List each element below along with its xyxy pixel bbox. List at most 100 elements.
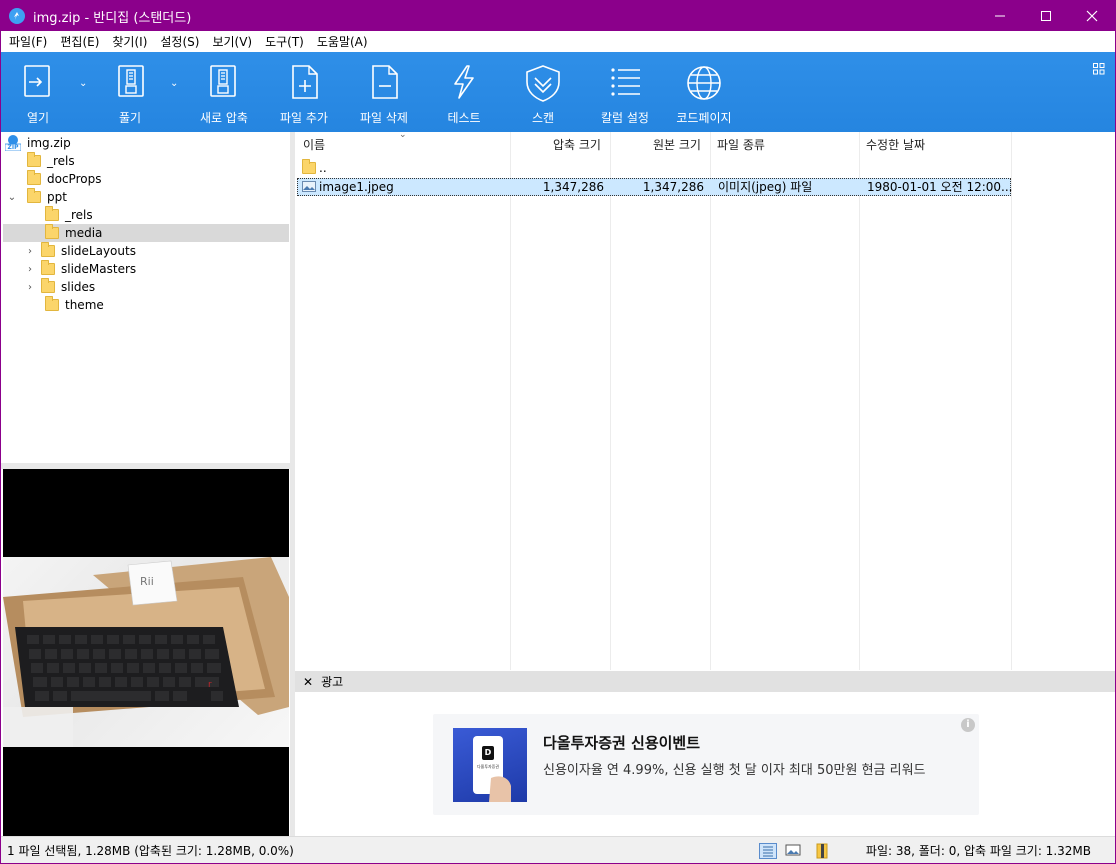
folder-icon [302, 159, 316, 174]
tree-item-label: docProps [47, 172, 102, 186]
chevron-right-icon[interactable]: › [23, 282, 37, 293]
layout-toggle-icon[interactable] [1093, 63, 1105, 78]
ad-app-brand: 다올투자증권 [476, 764, 500, 769]
sort-arrow-icon: ⌄ [399, 130, 407, 140]
tree-item-slidemasters[interactable]: › slideMasters [23, 260, 136, 278]
column-divider [510, 132, 511, 670]
test-button[interactable]: 테스트 [441, 52, 487, 132]
ad-image: D 다올투자증권 [453, 728, 527, 802]
file-compressed-size: 1,347,286 [542, 180, 604, 194]
column-settings-button[interactable]: 칼럼 설정 [596, 52, 654, 132]
ad-title: 다올투자증권 신용이벤트 [543, 734, 701, 752]
minimize-button[interactable] [977, 1, 1023, 31]
menu-help[interactable]: 도움말(A) [317, 33, 368, 50]
ad-label: 광고 [321, 675, 344, 689]
parent-folder-label: .. [319, 161, 327, 175]
folder-icon [41, 242, 55, 257]
column-header-modified[interactable]: 수정한 날짜 [866, 132, 925, 158]
extract-icon [118, 65, 144, 97]
tree-item-label: media [65, 226, 103, 240]
close-button[interactable] [1069, 1, 1115, 31]
ad-card[interactable]: D 다올투자증권 다올투자증권 신용이벤트 신용이자율 연 4.99%, 신용 … [433, 714, 979, 815]
delete-file-button[interactable]: 파일 삭제 [355, 52, 413, 132]
menu-tools[interactable]: 도구(T) [265, 33, 304, 50]
close-icon [1086, 10, 1098, 22]
ad-area: D 다올투자증권 다올투자증권 신용이벤트 신용이자율 연 4.99%, 신용 … [295, 692, 1115, 836]
scan-button[interactable]: 스캔 [520, 52, 566, 132]
menu-settings[interactable]: 설정(S) [160, 33, 199, 50]
menu-edit[interactable]: 편집(E) [60, 33, 99, 50]
list-columns-icon [611, 68, 640, 96]
tree-item-ppt[interactable]: ⌄ ppt [5, 188, 67, 206]
ad-text: 신용이자율 연 4.99%, 신용 실행 첫 달 이자 최대 50만원 현금 리… [543, 763, 926, 778]
folder-icon [27, 170, 41, 185]
archive-info-icon[interactable] [815, 843, 833, 859]
folder-icon [45, 206, 59, 221]
tree-item-docprops[interactable]: docProps [27, 170, 101, 188]
column-header-compressed[interactable]: 압축 크기 [553, 132, 601, 158]
tree-item-rels[interactable]: _rels [27, 152, 75, 170]
chevron-right-icon[interactable]: › [23, 246, 37, 257]
title-bar: img.zip - 반디집 (스탠더드) [1, 1, 1115, 31]
column-divider [710, 132, 711, 670]
tree-item-theme[interactable]: theme [45, 296, 104, 314]
folder-icon [45, 224, 59, 239]
menu-file[interactable]: 파일(F) [9, 33, 47, 50]
list-item-parent[interactable]: .. [297, 158, 1011, 176]
column-header-original[interactable]: 원본 크기 [653, 132, 701, 158]
minimize-icon [995, 15, 1005, 17]
menu-view[interactable]: 보기(V) [212, 33, 252, 50]
folder-icon [27, 188, 41, 203]
status-archive-summary: 파일: 38, 폴더: 0, 압축 파일 크기: 1.32MB [865, 844, 1091, 858]
codepage-button[interactable]: 코드페이지 [675, 52, 733, 132]
info-icon[interactable]: i [961, 718, 975, 732]
file-type: 이미지(jpeg) 파일 [718, 180, 813, 194]
list-header: 이름 ⌄ 압축 크기 원본 크기 파일 종류 수정한 날짜 [295, 130, 1115, 158]
add-file-icon [292, 65, 318, 99]
ad-header: ✕ 광고 [295, 671, 1115, 692]
extract-button[interactable]: 풀기 [107, 52, 153, 132]
globe-icon [687, 66, 721, 100]
status-selection: 1 파일 선택됨, 1.28MB (압축된 크기: 1.28MB, 0.0%) [7, 844, 294, 858]
lightning-icon [454, 65, 474, 99]
file-name: image1.jpeg [319, 180, 394, 194]
maximize-button[interactable] [1023, 1, 1069, 31]
new-archive-icon [210, 65, 236, 97]
chevron-down-icon[interactable]: ⌄ [5, 192, 19, 203]
tree-item-label: _rels [47, 154, 75, 168]
new-archive-button[interactable]: 새로 압축 [196, 52, 252, 132]
image-file-icon [302, 181, 316, 192]
column-header-type[interactable]: 파일 종류 [717, 132, 765, 158]
tree-item-slides[interactable]: › slides [23, 278, 95, 296]
column-header-name[interactable]: 이름 [303, 132, 325, 158]
window-title: img.zip - 반디집 (스탠더드) [33, 10, 192, 26]
tree-item-label: ppt [47, 190, 67, 204]
open-button[interactable]: 열기 [15, 52, 61, 132]
thumbnail-view-icon[interactable] [785, 843, 803, 859]
folder-icon [41, 260, 55, 275]
tree-item-slidelayouts[interactable]: › slideLayouts [23, 242, 136, 260]
menu-find[interactable]: 찾기(I) [112, 33, 147, 50]
tree-item-label: slides [61, 280, 96, 294]
file-original-size: 1,347,286 [642, 180, 704, 194]
file-list: 이름 ⌄ 압축 크기 원본 크기 파일 종류 수정한 날짜 .. image1.… [295, 130, 1115, 670]
tree-root[interactable]: ZIP img.zip [5, 134, 71, 152]
shield-icon [526, 65, 560, 102]
image-preview: r Rii [3, 469, 289, 836]
extract-dropdown-icon[interactable]: ⌄ [170, 78, 178, 89]
chevron-right-icon[interactable]: › [23, 264, 37, 275]
ad-close-button[interactable]: ✕ [303, 675, 313, 689]
preview-photo: r Rii [3, 557, 289, 747]
zip-archive-icon: ZIP [5, 135, 21, 151]
table-row[interactable]: image1.jpeg 1,347,286 1,347,286 이미지(jpeg… [297, 178, 1012, 196]
zip-badge-label: ZIP [7, 144, 19, 151]
add-file-button[interactable]: 파일 추가 [275, 52, 333, 132]
app-window: img.zip - 반디집 (스탠더드) 파일(F) 편집(E) 찾기(I) 설… [0, 0, 1116, 864]
tree-item-media[interactable]: media [3, 224, 289, 242]
tree-item-ppt-rels[interactable]: _rels [45, 206, 93, 224]
tree-item-label: _rels [65, 208, 93, 222]
tree-root-label: img.zip [27, 136, 71, 150]
open-dropdown-icon[interactable]: ⌄ [79, 78, 87, 89]
details-view-icon[interactable] [759, 843, 777, 859]
bandizip-app-icon [9, 8, 25, 24]
